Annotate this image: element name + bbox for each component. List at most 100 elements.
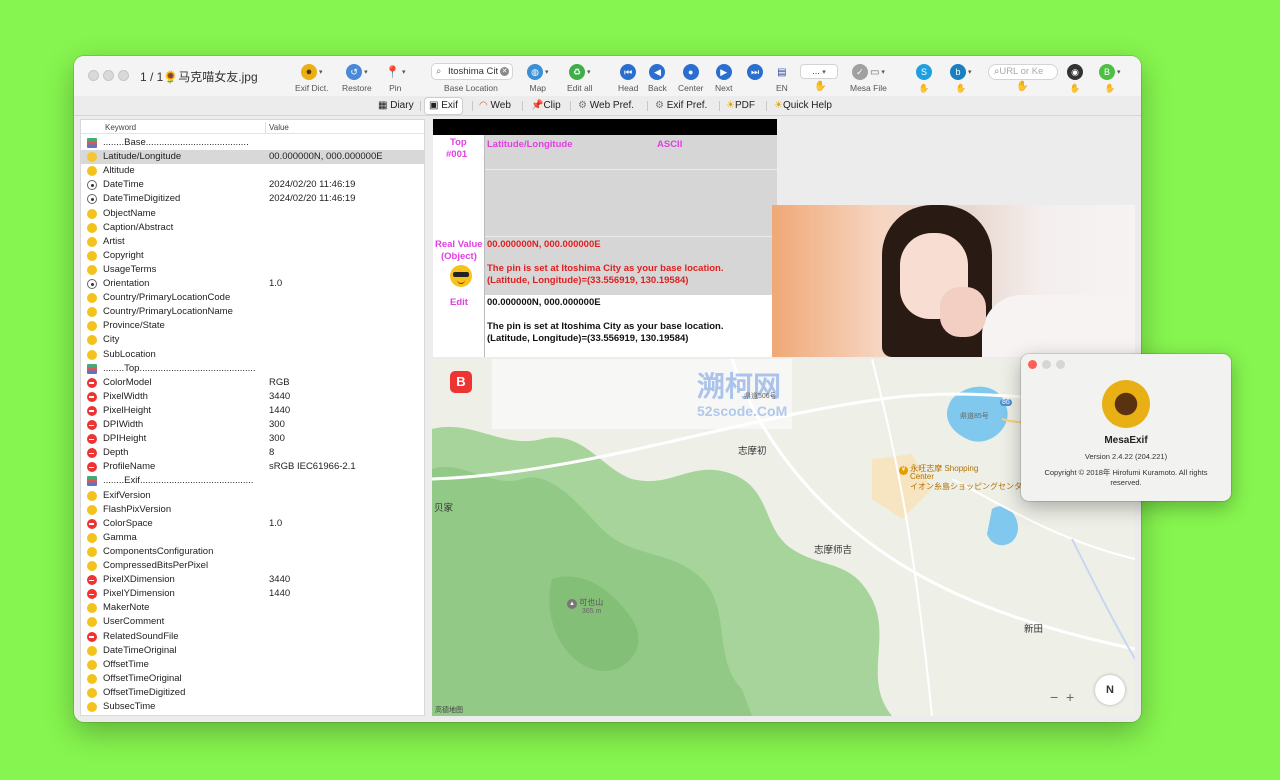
table-row[interactable]: ColorSpace 1.0	[81, 517, 424, 531]
compass-icon[interactable]: N	[1095, 675, 1125, 705]
tab-label: PDF	[734, 100, 755, 111]
edit-all-button[interactable]: ♻ ▾ Edit all	[567, 62, 593, 94]
base-location-search-input[interactable]: ⌕ Itoshima Cit ✕	[431, 63, 513, 80]
table-row[interactable]: DPIWidth 300	[81, 418, 424, 432]
table-row[interactable]: OffsetTimeOriginal	[81, 672, 424, 686]
table-row[interactable]: DateTimeOriginal	[81, 644, 424, 658]
tab-label: Web	[490, 100, 511, 111]
table-row[interactable]: ColorModel RGB	[81, 376, 424, 390]
zoom-window-button[interactable]	[118, 70, 129, 81]
table-row[interactable]: DateTimeDigitized 2024/02/20 11:46:19	[81, 192, 424, 206]
book-status-icon	[87, 363, 97, 374]
next-button[interactable]: ▶ Next	[715, 62, 732, 94]
table-row[interactable]: PixelWidth 3440	[81, 390, 424, 404]
table-row[interactable]: PixelYDimension 1440	[81, 587, 424, 601]
close-window-button[interactable]	[88, 70, 99, 81]
tab-web[interactable]: ◠ Web	[475, 98, 515, 114]
table-row[interactable]: Caption/Abstract	[81, 221, 424, 235]
table-row[interactable]: RelatedSoundFile	[81, 630, 424, 644]
pin-note-line-2: (Latitude, Longitude)=(33.556919, 130.19…	[487, 275, 689, 286]
tab-clip[interactable]: 📌Clip	[527, 98, 565, 114]
row-keyword: Depth	[103, 447, 129, 459]
url-input[interactable]: ⌕URL or Ke	[988, 64, 1058, 80]
table-row[interactable]: Copyright	[81, 249, 424, 263]
cool-status-icon	[87, 546, 97, 557]
zoom-out-button[interactable]: −	[1050, 689, 1058, 705]
table-row[interactable]: Orientation 1.0	[81, 277, 424, 291]
table-row[interactable]: Country/PrimaryLocationName	[81, 305, 424, 319]
skype-button[interactable]: S ✋	[916, 62, 932, 94]
table-row[interactable]: ........Top.............................…	[81, 362, 424, 376]
table-row[interactable]: City	[81, 333, 424, 347]
table-row[interactable]: ProfileName sRGB IEC61966-2.1	[81, 460, 424, 474]
head-label: Head	[618, 83, 639, 93]
table-row[interactable]: UsageTerms	[81, 263, 424, 277]
table-row[interactable]: Country/PrimaryLocationCode	[81, 291, 424, 305]
about-close-button[interactable]	[1028, 360, 1037, 369]
clear-search-icon[interactable]: ✕	[500, 67, 509, 76]
main-window: 1 / 1🌻马克喵女友.jpg ● ▾ Exif Dict. ↺ ▾ Restore…	[74, 56, 1141, 722]
mountain-name: 可也山	[579, 598, 604, 607]
chatbot-button[interactable]: ◉ ✋	[1067, 62, 1083, 94]
book-status-icon	[87, 138, 97, 148]
row-keyword: ObjectName	[103, 207, 156, 219]
no-status-icon	[87, 448, 97, 459]
bing-button[interactable]: b ▾ ✋	[950, 62, 972, 94]
road-label-506: 県道506号	[744, 393, 777, 400]
last-button[interactable]: ⏭	[747, 62, 763, 94]
table-row[interactable]: SubsecTime	[81, 700, 424, 714]
restore-button[interactable]: ↺ ▾ Restore	[342, 62, 372, 94]
table-row[interactable]: MakerNote	[81, 601, 424, 615]
map-b-button[interactable]: B	[450, 371, 472, 393]
zoom-controls: − +	[1050, 689, 1074, 705]
zoom-in-button[interactable]: +	[1066, 689, 1074, 705]
table-row[interactable]: OffsetTimeDigitized	[81, 686, 424, 700]
table-row[interactable]: UserComment	[81, 615, 424, 629]
head-button[interactable]: ⏮ Head	[618, 62, 638, 94]
table-row[interactable]: Gamma	[81, 531, 424, 545]
bot-icon: ◉	[1067, 64, 1083, 80]
table-row[interactable]: SubLocation	[81, 348, 424, 362]
tab-web-pref[interactable]: ⚙ Web Pref.	[574, 98, 638, 114]
edit-value-cell[interactable]: 00.000000N, 000.000000E The pin is set a…	[485, 295, 777, 357]
tab-exif[interactable]: ▣ Exif	[425, 98, 462, 114]
edit-value-text[interactable]: 00.000000N, 000.000000E	[487, 297, 601, 308]
table-row[interactable]: PixelHeight 1440	[81, 404, 424, 418]
table-row[interactable]: Artist	[81, 235, 424, 249]
mesa-file-button[interactable]: ✓ ▭ ▾ Mesa File	[850, 62, 887, 94]
table-row[interactable]: DateTime 2024/02/20 11:46:19	[81, 178, 424, 192]
photo-subject-shoulder	[982, 295, 1135, 357]
row-value: 2024/02/20 11:46:19	[269, 179, 356, 191]
more-options-button[interactable]: ... ▾	[800, 64, 838, 79]
column-header-value[interactable]: Value	[269, 123, 289, 132]
table-row[interactable]: Province/State	[81, 319, 424, 333]
table-row[interactable]: ........Base............................…	[81, 136, 424, 150]
row-value: 300	[269, 433, 285, 445]
column-header-keyword[interactable]: Keyword	[105, 123, 136, 132]
table-row[interactable]: FlashPixVersion	[81, 503, 424, 517]
pin-button[interactable]: 📍 ▾ Pin	[385, 62, 405, 94]
table-row[interactable]: DPIHeight 300	[81, 432, 424, 446]
table-row[interactable]: CompressedBitsPerPixel	[81, 559, 424, 573]
tab-diary[interactable]: ▦ Diary	[374, 98, 418, 114]
table-row[interactable]: ObjectName	[81, 207, 424, 221]
center-button[interactable]: ● Center	[678, 62, 704, 94]
back-button[interactable]: ◀ Back	[648, 62, 667, 94]
language-button[interactable]: ▤ EN	[776, 62, 788, 94]
table-row[interactable]: Depth 8	[81, 446, 424, 460]
tab-exif-pref[interactable]: ⚙ Exif Pref.	[651, 98, 711, 114]
table-row[interactable]: OffsetTime	[81, 658, 424, 672]
table-row[interactable]: PixelXDimension 3440	[81, 573, 424, 587]
table-row[interactable]: ComponentsConfiguration	[81, 545, 424, 559]
map-button[interactable]: ◍ ▾ Map	[527, 62, 549, 94]
tab-quick-help[interactable]: ☀Quick Help	[770, 98, 836, 114]
table-row[interactable]: Altitude	[81, 164, 424, 178]
b-button[interactable]: B ▾ ✋	[1099, 62, 1121, 94]
table-row[interactable]: ExifVersion	[81, 489, 424, 503]
table-row[interactable]: ........Exif............................…	[81, 474, 424, 488]
no-status-icon	[87, 377, 97, 388]
table-row[interactable]: Latitude/Longitude 00.000000N, 000.000000…	[81, 150, 424, 165]
exif-dict-button[interactable]: ● ▾ Exif Dict.	[295, 62, 329, 94]
tab-pdf[interactable]: ☀PDF	[722, 98, 759, 114]
minimize-window-button[interactable]	[103, 70, 114, 81]
